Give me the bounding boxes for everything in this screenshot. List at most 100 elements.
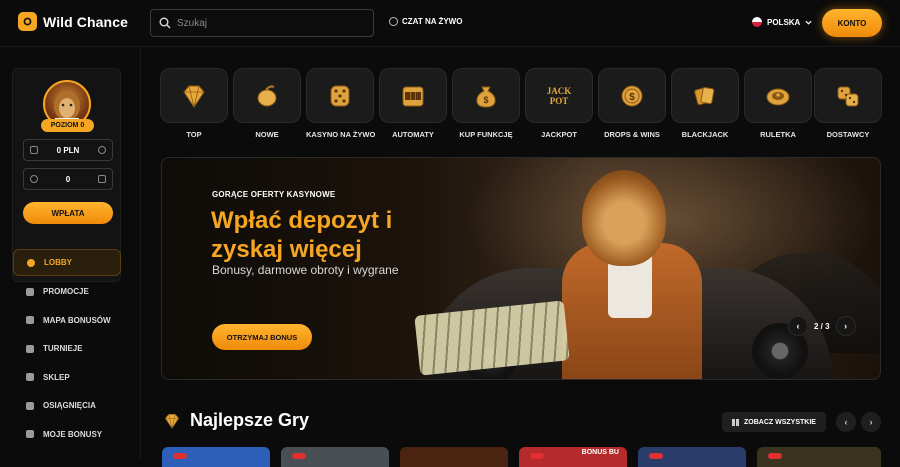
jackpot-icon-text: JACK <box>547 86 572 96</box>
sidebar-item-label: OSIĄGNIĘCIA <box>43 401 96 411</box>
category-live-casino[interactable]: KASYNO NA ŻYWO <box>306 68 376 139</box>
game-thumbnail[interactable] <box>400 447 508 467</box>
category-tile[interactable] <box>814 68 882 123</box>
game-thumbnail[interactable] <box>757 447 881 467</box>
category-tile[interactable]: JACK POT <box>525 68 593 123</box>
hot-badge <box>649 453 663 459</box>
category-buy-feature[interactable]: $ KUP FUNKCJĘ <box>452 68 520 139</box>
banner-kicker: GORĄCE OFERTY KASYNOWE <box>212 190 336 199</box>
chat-icon <box>389 17 398 26</box>
chevron-left-icon[interactable]: ‹ <box>836 412 856 432</box>
coins-icon <box>30 175 38 183</box>
bonus-balance-value: 0 <box>65 174 71 184</box>
category-top[interactable]: TOP <box>160 68 228 139</box>
banner-slider-nav: ‹ 2 / 3 › <box>788 316 856 336</box>
chevron-left-icon[interactable]: ‹ <box>788 316 808 336</box>
search-input[interactable] <box>177 17 357 29</box>
category-label: TOP <box>186 130 202 139</box>
sidebar-item-tournaments[interactable]: TURNIEJE <box>13 335 121 364</box>
sidebar-item-label: MAPA BONUSÓW <box>43 315 111 325</box>
chevron-right-icon[interactable]: › <box>861 412 881 432</box>
promo-banner[interactable]: GORĄCE OFERTY KASYNOWE Wpłać depozyt i z… <box>161 157 881 380</box>
category-tile[interactable]: $ <box>598 68 666 123</box>
category-tile[interactable] <box>160 68 228 123</box>
category-blackjack[interactable]: BLACKJACK <box>671 68 739 139</box>
brand-logo[interactable]: Wild Chance <box>18 12 128 31</box>
trophy-icon <box>26 344 34 353</box>
bonus-balance-field[interactable]: 0 <box>23 168 113 190</box>
deposit-button[interactable]: WPŁATA <box>23 202 113 224</box>
svg-text:$: $ <box>629 92 635 103</box>
category-providers[interactable]: DOSTAWCY <box>814 68 882 139</box>
see-all-button[interactable]: ZOBACZ WSZYSTKIE <box>722 412 826 432</box>
category-label: NOWE <box>255 130 279 139</box>
sidebar-item-promotions[interactable]: PROMOCJE <box>13 278 121 307</box>
category-drops-wins[interactable]: $ DROPS & WINS <box>598 68 666 139</box>
category-label: KUP FUNKCJĘ <box>459 130 513 139</box>
chevron-down-icon <box>805 20 812 25</box>
game-tag: BONUS BU <box>581 449 619 456</box>
category-label: BLACKJACK <box>681 130 729 139</box>
brand-name: Wild Chance <box>43 13 128 30</box>
hot-badge <box>768 453 782 459</box>
lobby-icon <box>27 258 35 267</box>
search-box[interactable] <box>150 9 374 37</box>
money-bag-icon: $ <box>476 86 496 108</box>
coin-icon: $ <box>621 85 643 106</box>
balance-value: 0 PLN <box>56 145 80 155</box>
shop-icon <box>26 373 34 382</box>
balance-field[interactable]: 0 PLN <box>23 139 113 161</box>
diamond-icon <box>183 85 205 108</box>
sidebar-item-achievements[interactable]: OSIĄGNIĘCIA <box>13 392 121 421</box>
map-icon <box>26 316 34 325</box>
category-tile[interactable] <box>379 68 447 123</box>
category-tile[interactable] <box>671 68 739 123</box>
level-badge: POZIOM 0 <box>41 119 94 132</box>
chevron-right-icon[interactable]: › <box>835 316 856 336</box>
category-slots[interactable]: AUTOMATY <box>379 68 447 139</box>
slide-indicator: 2 / 3 <box>814 321 830 331</box>
sidebar: POZIOM 0 0 PLN 0 WPŁATA LOBBY PROMOCJE M… <box>0 48 141 459</box>
sidebar-item-lobby[interactable]: LOBBY <box>13 249 121 276</box>
refresh-icon[interactable] <box>97 146 106 154</box>
slot-machine-icon <box>402 86 424 106</box>
wallet-icon <box>30 146 38 154</box>
sidebar-item-bonus-map[interactable]: MAPA BONUSÓW <box>13 306 121 335</box>
live-chat-label: CZAT NA ŻYWO <box>402 17 463 26</box>
sidebar-item-my-bonuses[interactable]: MOJE BONUSY <box>13 420 121 449</box>
search-icon <box>159 17 171 29</box>
roulette-icon <box>766 88 790 105</box>
game-thumbnail[interactable] <box>281 447 389 467</box>
get-bonus-button[interactable]: OTRZYMAJ BONUS <box>212 324 312 350</box>
category-new[interactable]: NOWE <box>233 68 301 139</box>
sidebar-item-shop[interactable]: SKLEP <box>13 363 121 392</box>
banner-title: Wpłać depozyt i zyskaj więcej <box>211 207 393 263</box>
game-thumbnail[interactable] <box>638 447 746 467</box>
sidebar-item-label: TURNIEJE <box>43 344 83 354</box>
category-label: JACKPOT <box>541 130 577 139</box>
account-button[interactable]: KONTO <box>822 9 882 37</box>
banner-subtitle: Bonusy, darmowe obroty i wygrane <box>212 263 399 277</box>
lion-logo-icon <box>18 12 37 31</box>
basket-icon[interactable] <box>97 175 106 183</box>
language-selector[interactable]: POLSKA <box>752 17 812 27</box>
top-header: Wild Chance CZAT NA ŻYWO POLSKA KONTO <box>0 0 900 47</box>
category-tile[interactable] <box>233 68 301 123</box>
game-thumbnail[interactable] <box>162 447 270 467</box>
category-label: DROPS & WINS <box>604 130 660 139</box>
sidebar-item-label: LOBBY <box>44 258 72 267</box>
category-tile[interactable] <box>744 68 812 123</box>
sidebar-item-label: PROMOCJE <box>43 287 89 297</box>
hot-badge <box>173 453 187 459</box>
hot-badge <box>530 453 544 459</box>
live-chat-link[interactable]: CZAT NA ŻYWO <box>389 17 462 26</box>
category-jackpot[interactable]: JACK POT JACKPOT <box>525 68 593 139</box>
achievement-icon <box>26 401 34 410</box>
category-roulette[interactable]: RULETKA <box>744 68 812 139</box>
category-tile[interactable] <box>306 68 374 123</box>
category-tile[interactable]: $ <box>452 68 520 123</box>
jackpot-icon: JACK POT <box>547 86 572 106</box>
game-thumbnail[interactable]: BONUS BU <box>519 447 627 467</box>
category-label: KASYNO NA ŻYWO <box>306 130 376 139</box>
sidebar-item-label: SKLEP <box>43 372 70 382</box>
